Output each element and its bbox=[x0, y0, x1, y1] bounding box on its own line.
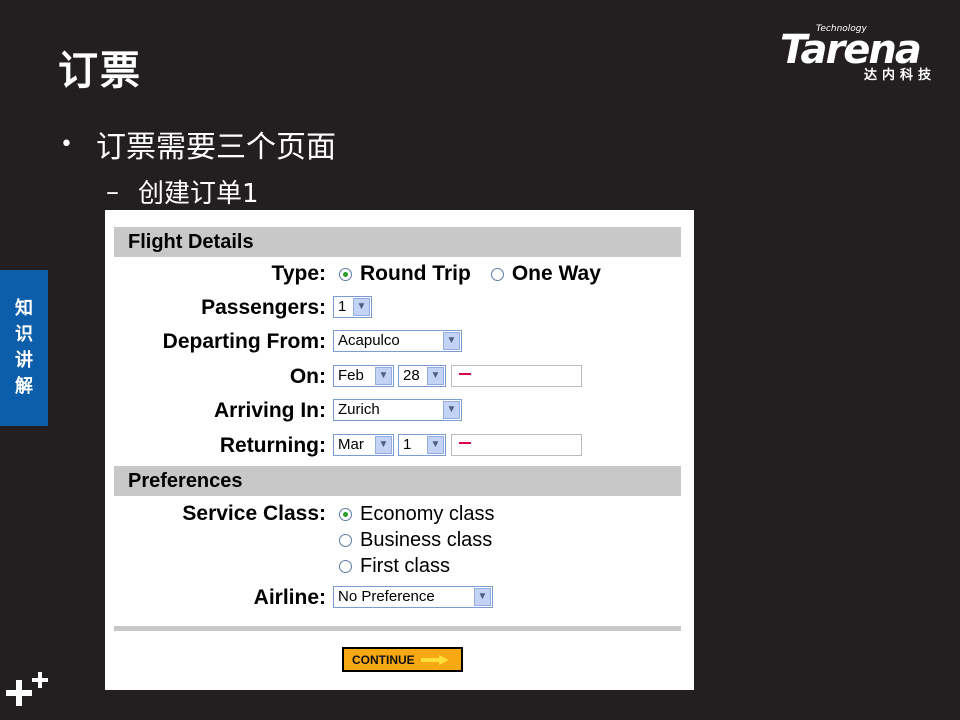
returning-day-select[interactable]: 1 ▼ bbox=[398, 434, 446, 456]
on-month-value: Feb bbox=[338, 367, 364, 384]
chevron-down-icon: ▼ bbox=[375, 367, 392, 385]
returning-day-value: 1 bbox=[403, 436, 412, 453]
arriving-value: Zurich bbox=[338, 401, 380, 418]
passengers-select[interactable]: 1 ▼ bbox=[333, 296, 372, 318]
departing-label: Departing From: bbox=[162, 330, 326, 353]
economy-radio[interactable] bbox=[339, 507, 352, 521]
business-radio[interactable] bbox=[339, 533, 352, 547]
arriving-label: Arriving In: bbox=[213, 399, 326, 422]
calendar-icon bbox=[459, 373, 471, 377]
slide-title: 订票 bbox=[58, 48, 142, 94]
first-label: First class bbox=[360, 554, 450, 577]
chevron-down-icon: ▼ bbox=[474, 588, 491, 606]
on-day-value: 28 bbox=[403, 367, 420, 384]
passengers-row: Passengers: 1 ▼ bbox=[105, 294, 694, 322]
arriving-select[interactable]: Zurich ▼ bbox=[333, 399, 462, 421]
one-way-radio[interactable] bbox=[490, 267, 504, 281]
sub-bullet-item: – 创建订单1 bbox=[106, 173, 259, 210]
tarena-logo: Technology Tarena 达内科技 bbox=[780, 24, 950, 84]
business-option[interactable]: Business class bbox=[333, 527, 492, 553]
arriving-row: Arriving In: Zurich ▼ bbox=[105, 397, 694, 425]
economy-label: Economy class bbox=[360, 502, 495, 525]
chevron-down-icon: ▼ bbox=[443, 332, 460, 350]
returning-month-select[interactable]: Mar ▼ bbox=[333, 434, 394, 456]
bullet-dot-icon: • bbox=[60, 131, 73, 157]
returning-calendar-field[interactable] bbox=[451, 434, 582, 456]
departing-row: Departing From: Acapulco ▼ bbox=[105, 328, 694, 356]
on-day-select[interactable]: 28 ▼ bbox=[398, 365, 446, 387]
round-trip-radio[interactable] bbox=[339, 267, 352, 281]
airline-label: Airline: bbox=[253, 586, 326, 609]
returning-row: Returning: Mar ▼ 1 ▼ bbox=[105, 432, 694, 460]
arrow-right-icon bbox=[420, 654, 449, 665]
type-row: Type: Round Trip One Way bbox=[105, 260, 694, 288]
cropped-top-edge bbox=[105, 210, 694, 214]
side-tab-char: 讲 bbox=[15, 350, 33, 371]
chevron-down-icon: ▼ bbox=[375, 436, 392, 454]
airline-value: No Preference bbox=[338, 588, 435, 605]
on-label: On: bbox=[289, 365, 326, 388]
side-tab-char: 知 bbox=[15, 298, 33, 319]
round-trip-label: Round Trip bbox=[360, 262, 471, 285]
logo-cn: 达内科技 bbox=[864, 68, 937, 83]
one-way-label: One Way bbox=[511, 262, 601, 285]
returning-label: Returning: bbox=[219, 434, 326, 457]
chevron-down-icon: ▼ bbox=[353, 298, 370, 316]
side-tab-char: 解 bbox=[15, 376, 33, 397]
departing-value: Acapulco bbox=[338, 332, 400, 349]
side-tab: 知 识 讲 解 bbox=[0, 270, 48, 426]
bullet-item: • 订票需要三个页面 bbox=[60, 122, 336, 166]
divider bbox=[114, 626, 681, 631]
service-class-label: Service Class: bbox=[182, 502, 326, 525]
passengers-label: Passengers: bbox=[201, 296, 326, 319]
booking-form-screenshot: Flight Details Type: Round Trip One Way … bbox=[105, 210, 694, 690]
first-option[interactable]: First class bbox=[333, 553, 450, 579]
on-row: On: Feb ▼ 28 ▼ bbox=[105, 363, 694, 391]
dash-icon: – bbox=[106, 176, 119, 207]
calendar-icon bbox=[459, 442, 471, 446]
business-label: Business class bbox=[360, 528, 493, 551]
departing-select[interactable]: Acapulco ▼ bbox=[333, 330, 462, 352]
passengers-value: 1 bbox=[338, 298, 347, 315]
flight-details-header: Flight Details bbox=[114, 227, 681, 257]
chevron-down-icon: ▼ bbox=[427, 436, 444, 454]
airline-select[interactable]: No Preference ▼ bbox=[333, 586, 493, 608]
economy-option[interactable]: Economy class bbox=[333, 501, 495, 527]
airline-row: Airline: No Preference ▼ bbox=[105, 584, 694, 612]
on-month-select[interactable]: Feb ▼ bbox=[333, 365, 394, 387]
bullet-text: 订票需要三个页面 bbox=[96, 130, 336, 165]
chevron-down-icon: ▼ bbox=[427, 367, 444, 385]
continue-button[interactable]: CONTINUE bbox=[342, 647, 463, 672]
continue-label: CONTINUE bbox=[352, 652, 415, 667]
preferences-header: Preferences bbox=[114, 466, 681, 496]
plus-logo-icon bbox=[6, 672, 48, 706]
returning-month-value: Mar bbox=[338, 436, 364, 453]
on-calendar-field[interactable] bbox=[451, 365, 582, 387]
sub-bullet-text: 创建订单1 bbox=[138, 179, 259, 209]
type-label: Type: bbox=[271, 262, 326, 285]
side-tab-char: 识 bbox=[15, 324, 33, 345]
first-radio[interactable] bbox=[339, 559, 352, 573]
chevron-down-icon: ▼ bbox=[443, 401, 460, 419]
